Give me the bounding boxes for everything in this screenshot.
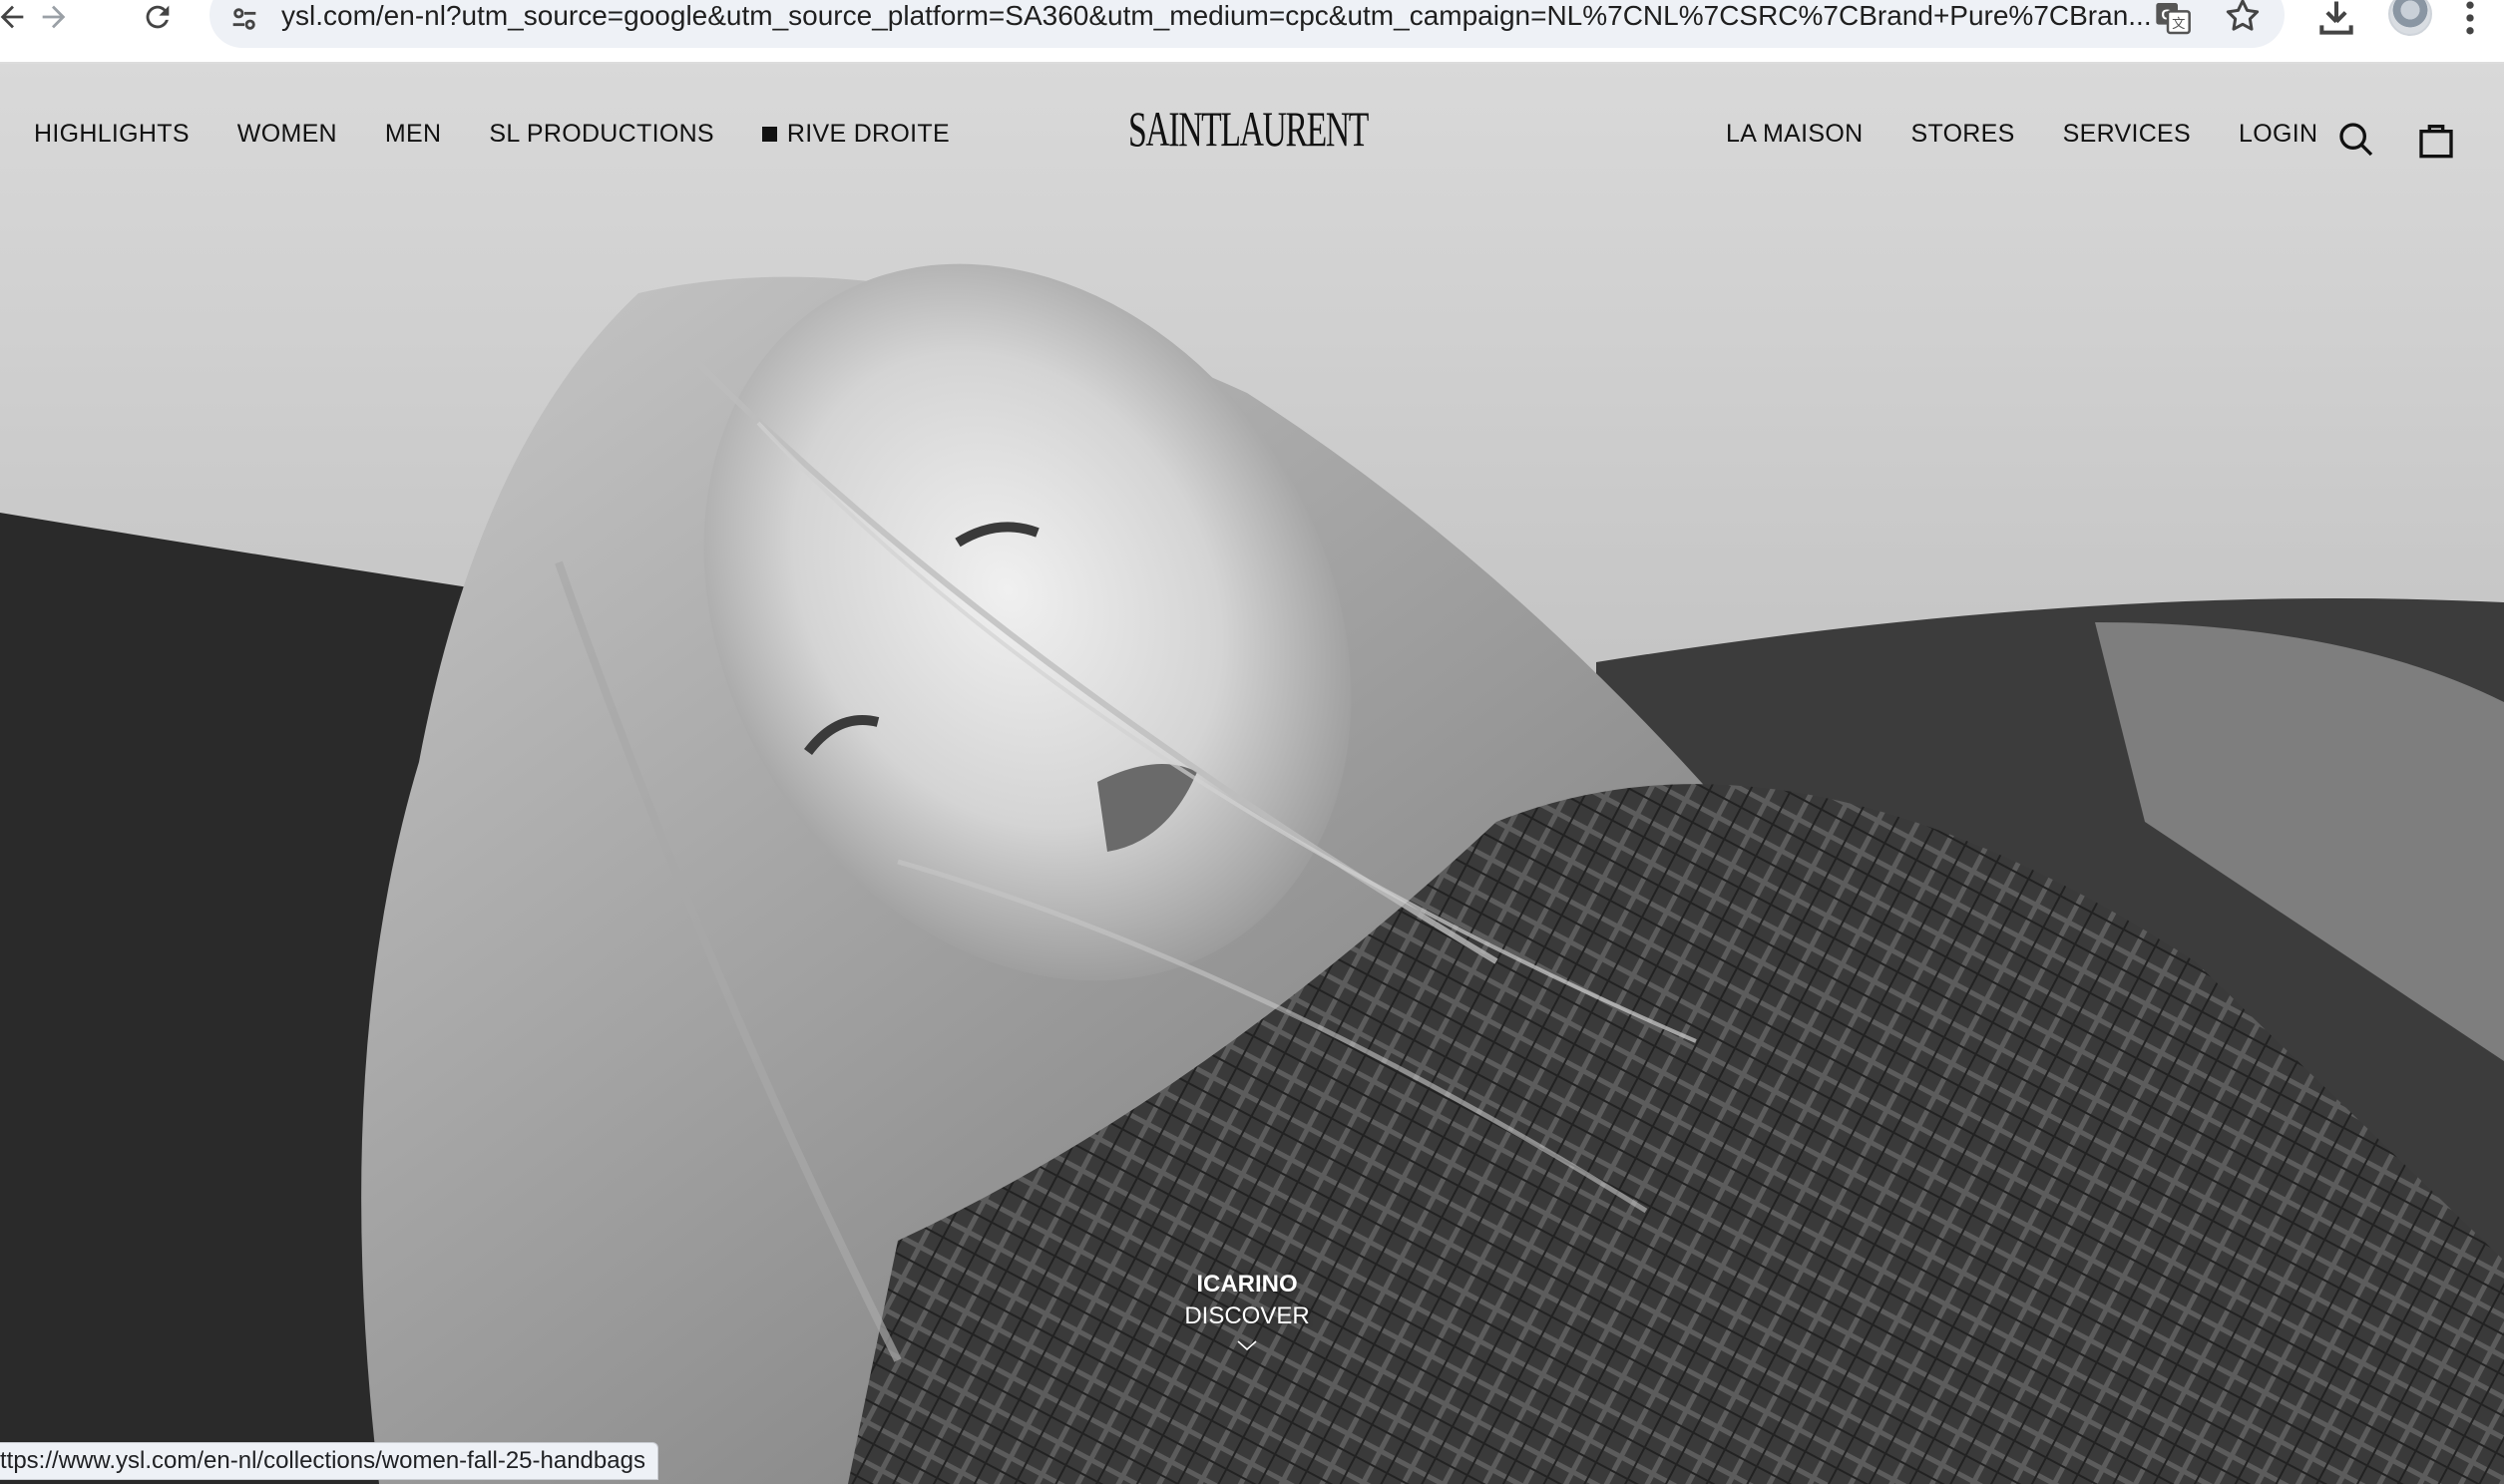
status-bar-url: ttps://www.ysl.com/en-nl/collections/wom… [0,1442,658,1480]
browser-toolbar: ysl.com/en-nl?utm_source=google&utm_sour… [0,0,2504,64]
svg-text:文: 文 [2172,16,2185,32]
translate-icon[interactable]: G 文 [2153,0,2193,38]
main-nav-left: HIGHLIGHTS WOMEN MEN SL PRODUCTIONS RIVE… [34,120,998,149]
nav-sl-productions[interactable]: SL PRODUCTIONS [489,120,714,149]
nav-men[interactable]: MEN [385,120,441,149]
nav-rive-droite-label: RIVE DROITE [786,120,950,148]
star-icon[interactable] [2223,0,2263,36]
tune-icon[interactable] [227,2,261,36]
shopping-bag-icon[interactable] [2416,120,2456,160]
discover-link[interactable]: DISCOVER [1147,1300,1347,1332]
kebab-menu-icon[interactable] [2460,0,2480,40]
chevron-down-icon[interactable] [1236,1336,1258,1354]
main-nav-right: LA MAISON STORES SERVICES LOGIN [1726,120,2365,149]
forward-button[interactable] [30,0,78,34]
url-text[interactable]: ysl.com/en-nl?utm_source=google&utm_sour… [281,0,2157,32]
ysl-homepage: HIGHLIGHTS WOMEN MEN SL PRODUCTIONS RIVE… [0,64,2504,1484]
reload-icon [146,5,170,29]
nav-la-maison[interactable]: LA MAISON [1726,120,1863,149]
search-icon[interactable] [2336,120,2376,160]
nav-login[interactable]: LOGIN [2239,120,2317,149]
arrow-left-icon [0,5,24,29]
square-icon [761,127,777,142]
download-icon[interactable] [2314,0,2358,40]
saint-laurent-logo[interactable]: SAINTLAURENT [1123,96,1373,166]
hero-caption: ICARINO DISCOVER [1147,1269,1347,1354]
svg-text:SAINTLAURENT: SAINTLAURENT [1128,101,1369,157]
nav-rive-droite[interactable]: RIVE DROITE [761,120,950,149]
address-bar[interactable]: ysl.com/en-nl?utm_source=google&utm_sour… [209,0,2285,48]
hero-title[interactable]: ICARINO [1147,1269,1347,1300]
nav-highlights[interactable]: HIGHLIGHTS [34,120,190,149]
arrow-right-icon [42,5,66,29]
nav-women[interactable]: WOMEN [237,120,337,149]
nav-stores[interactable]: STORES [1910,120,2014,149]
profile-avatar[interactable] [2388,0,2432,36]
reload-button[interactable] [134,0,182,34]
nav-services[interactable]: SERVICES [2063,120,2191,149]
